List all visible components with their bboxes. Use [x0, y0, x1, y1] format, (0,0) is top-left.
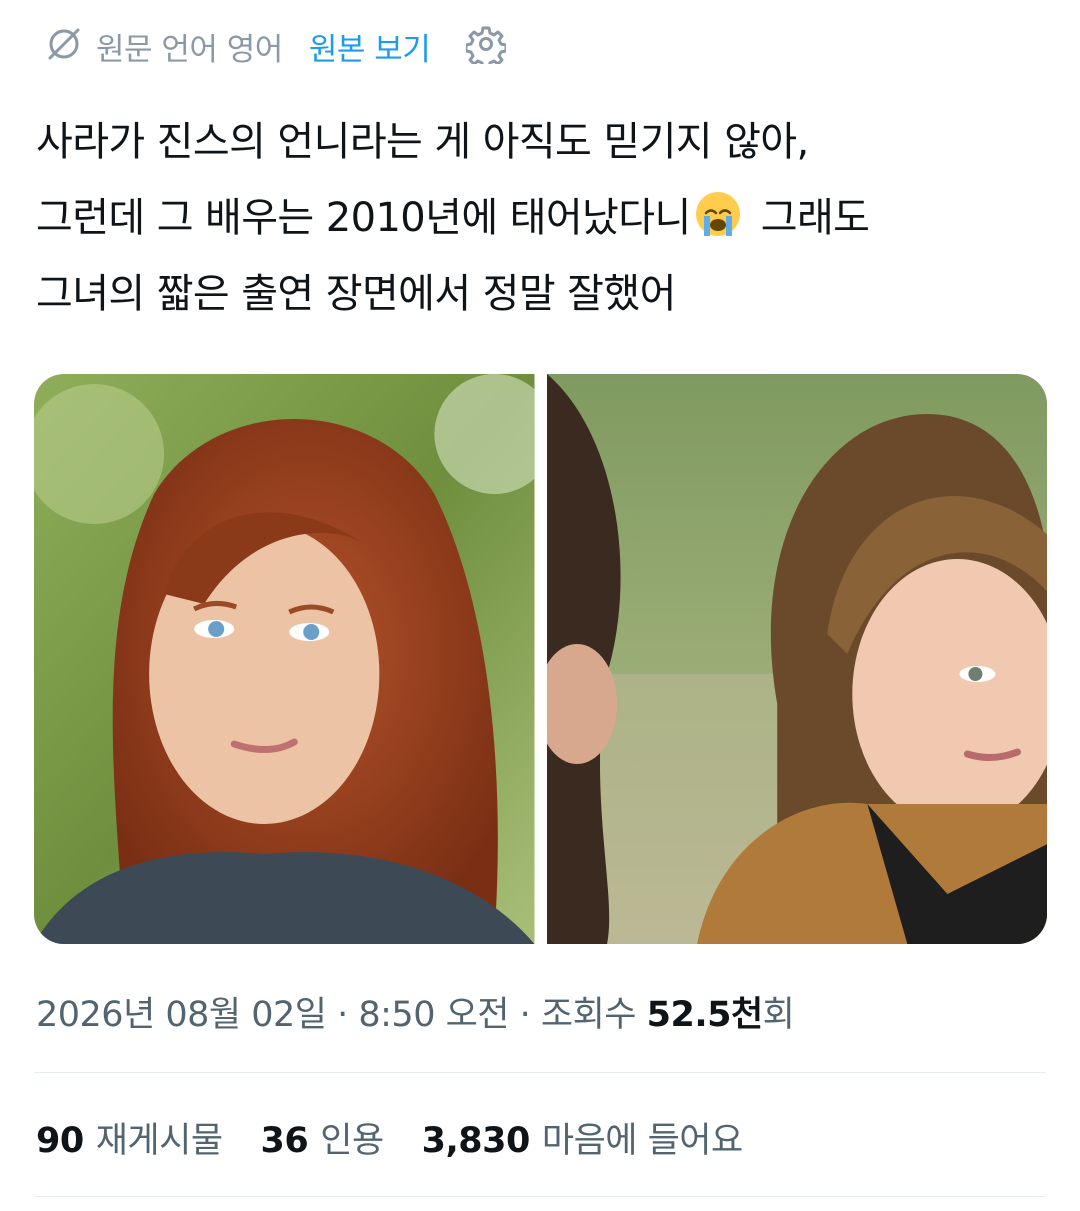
engagement-stats: 90 재게시물 36 인용 3,830 마음에 들어요 [36, 1112, 781, 1163]
quotes-label: 인용 [320, 1121, 384, 1161]
tweet-line-3: 그녀의 짧은 출연 장면에서 정말 잘했어 [36, 271, 676, 317]
quotes-stat[interactable]: 36 인용 [260, 1112, 385, 1163]
divider [34, 1196, 1046, 1197]
photo-right[interactable] [546, 374, 1047, 944]
tweet-line-2-text: 그런데 그 배우는 2010년에 태어났다니 [36, 195, 691, 241]
translate-globe-icon [44, 24, 96, 68]
retweets-label: 재게시물 [95, 1121, 223, 1161]
tweet-line-2: 그런데 그 배우는 2010년에 태어났다니 그래도 [36, 180, 1046, 256]
translation-bar: 원문 언어 영어 원본 보기 [44, 22, 508, 70]
view-count: 52.5천 [646, 995, 764, 1035]
media-grid[interactable] [34, 374, 1047, 944]
tweet-meta: 2026년 08월 02일 · 8:50 오전 · 조회수 52.5천회 [36, 986, 795, 1037]
source-language-label: 원문 언어 영어 [96, 31, 283, 68]
photo-left[interactable] [34, 374, 535, 944]
divider [34, 1072, 1046, 1073]
view-count-suffix: 회 [762, 995, 795, 1035]
likes-count: 3,830 [421, 1121, 531, 1161]
likes-label: 마음에 들어요 [541, 1121, 743, 1161]
view-original-link[interactable]: 원본 보기 [309, 24, 431, 69]
retweets-count: 90 [36, 1121, 84, 1161]
tweet-text: 사라가 진스의 언니라는 게 아직도 믿기지 않아, 그런데 그 배우는 201… [36, 104, 1046, 332]
tweet-datetime[interactable]: 2026년 08월 02일 · 8:50 오전 · 조회수 [36, 995, 647, 1035]
crying-face-emoji-icon [691, 192, 749, 241]
quotes-count: 36 [260, 1121, 309, 1161]
tweet-line-1: 사라가 진스의 언니라는 게 아직도 믿기지 않아, [36, 119, 809, 165]
tweet-line-2-tail: 그래도 [748, 195, 870, 241]
gear-icon[interactable] [430, 24, 508, 70]
likes-stat[interactable]: 3,830 마음에 들어요 [421, 1112, 744, 1163]
retweets-stat[interactable]: 90 재게시물 [36, 1112, 223, 1163]
